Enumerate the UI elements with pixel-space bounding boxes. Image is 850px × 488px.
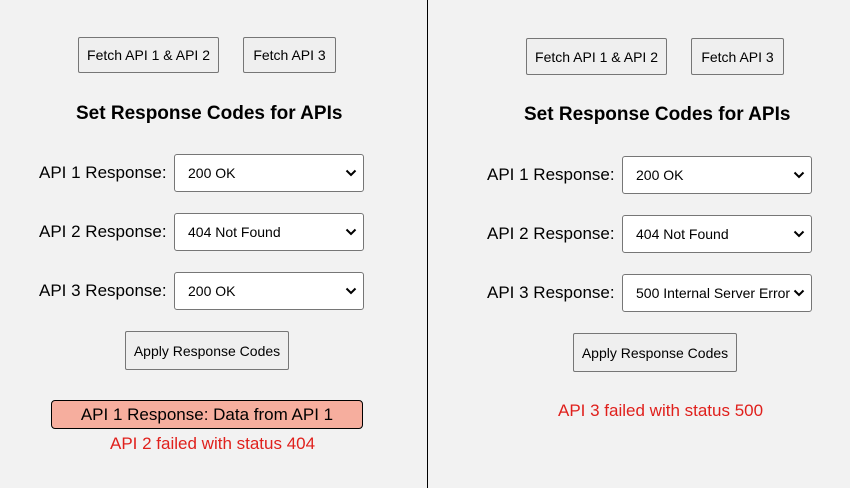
error-message: API 2 failed with status 404	[110, 434, 316, 453]
api-2-response-value: 404 Not Found	[636, 226, 729, 242]
api-1-response-label: API 1 Response:	[39, 163, 167, 182]
api-3-response-select[interactable]: 200 OK	[174, 272, 364, 310]
api-3-response-label: API 3 Response:	[487, 283, 615, 302]
api-1-response-select[interactable]: 200 OK	[622, 156, 812, 194]
chevron-down-icon	[793, 171, 805, 179]
chevron-down-icon	[793, 230, 805, 238]
apply-response-codes-button[interactable]: Apply Response Codes	[573, 333, 737, 372]
fetch-api-3-button[interactable]: Fetch API 3	[691, 38, 784, 75]
api-1-response-value: 200 OK	[188, 165, 236, 181]
api-3-response-value: 200 OK	[188, 283, 236, 299]
app-screen: Fetch API 1 & API 2 Fetch API 3 Set Resp…	[0, 0, 850, 488]
api-2-response-label: API 2 Response:	[39, 222, 167, 241]
chevron-down-icon	[793, 289, 805, 297]
api-3-response-label: API 3 Response:	[39, 281, 167, 300]
page-title: Set Response Codes for APIs	[76, 103, 343, 124]
apply-response-codes-button[interactable]: Apply Response Codes	[125, 331, 289, 370]
fetch-api-3-button[interactable]: Fetch API 3	[243, 37, 336, 73]
api-3-response-value: 500 Internal Server Error	[636, 285, 791, 301]
fetch-api-1-2-button[interactable]: Fetch API 1 & API 2	[526, 38, 667, 75]
api-1-response-select[interactable]: 200 OK	[174, 154, 364, 192]
chevron-down-icon	[345, 287, 357, 295]
api-2-response-select[interactable]: 404 Not Found	[174, 213, 364, 251]
page-title: Set Response Codes for APIs	[524, 104, 791, 125]
chevron-down-icon	[345, 169, 357, 177]
fetch-api-1-2-button[interactable]: Fetch API 1 & API 2	[78, 37, 219, 73]
success-message: API 1 Response: Data from API 1	[51, 400, 363, 429]
api-3-response-select[interactable]: 500 Internal Server Error	[622, 274, 812, 312]
error-message: API 3 failed with status 500	[558, 401, 764, 420]
api-2-response-label: API 2 Response:	[487, 224, 615, 243]
right-panel: Fetch API 1 & API 2 Fetch API 3 Set Resp…	[428, 0, 850, 488]
api-2-response-value: 404 Not Found	[188, 224, 281, 240]
api-1-response-value: 200 OK	[636, 167, 684, 183]
chevron-down-icon	[345, 228, 357, 236]
api-1-response-label: API 1 Response:	[487, 165, 615, 184]
api-2-response-select[interactable]: 404 Not Found	[622, 215, 812, 253]
left-panel: Fetch API 1 & API 2 Fetch API 3 Set Resp…	[0, 0, 427, 488]
